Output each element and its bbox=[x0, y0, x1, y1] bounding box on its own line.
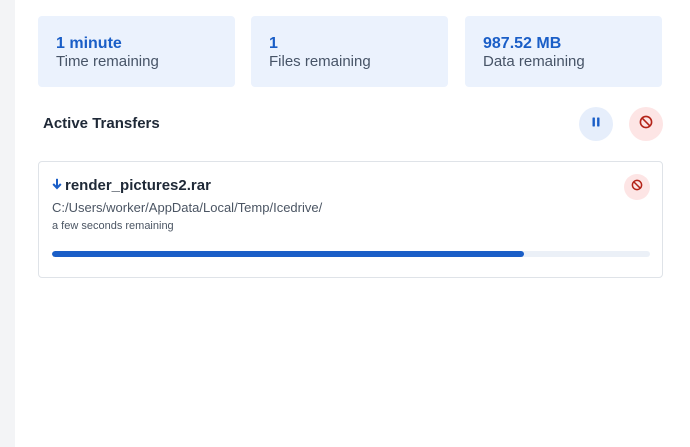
time-remaining-card: 1 minute Time remaining bbox=[38, 16, 235, 87]
cancel-transfer-button[interactable] bbox=[624, 174, 650, 200]
transfer-progress-bar bbox=[52, 251, 650, 257]
transfer-file-path: C:/Users/worker/AppData/Local/Temp/Icedr… bbox=[52, 200, 323, 215]
block-icon bbox=[639, 115, 653, 134]
cancel-all-button[interactable] bbox=[629, 107, 663, 141]
block-icon bbox=[631, 178, 643, 196]
files-remaining-label: Files remaining bbox=[269, 53, 371, 70]
arrow-down-icon bbox=[52, 177, 62, 195]
transfer-summary: 1 minute Time remaining 1 Files remainin… bbox=[38, 16, 662, 87]
files-remaining-card: 1 Files remaining bbox=[251, 16, 448, 87]
files-remaining-value: 1 bbox=[269, 35, 278, 52]
transfer-file-name: render_pictures2.rar bbox=[65, 177, 211, 194]
pause-all-button[interactable] bbox=[579, 107, 613, 141]
data-remaining-label: Data remaining bbox=[483, 53, 585, 70]
transfer-item: render_pictures2.rar C:/Users/worker/App… bbox=[38, 161, 663, 278]
active-transfers-heading: Active Transfers bbox=[43, 115, 160, 132]
transfer-progress-fill bbox=[52, 251, 525, 257]
transfer-file-row: render_pictures2.rar bbox=[52, 177, 211, 195]
pause-icon bbox=[590, 115, 602, 133]
time-remaining-label: Time remaining bbox=[56, 53, 159, 70]
data-remaining-card: 987.52 MB Data remaining bbox=[465, 16, 662, 87]
time-remaining-value: 1 minute bbox=[56, 35, 122, 52]
transfer-status: a few seconds remaining bbox=[52, 220, 174, 232]
data-remaining-value: 987.52 MB bbox=[483, 35, 562, 52]
